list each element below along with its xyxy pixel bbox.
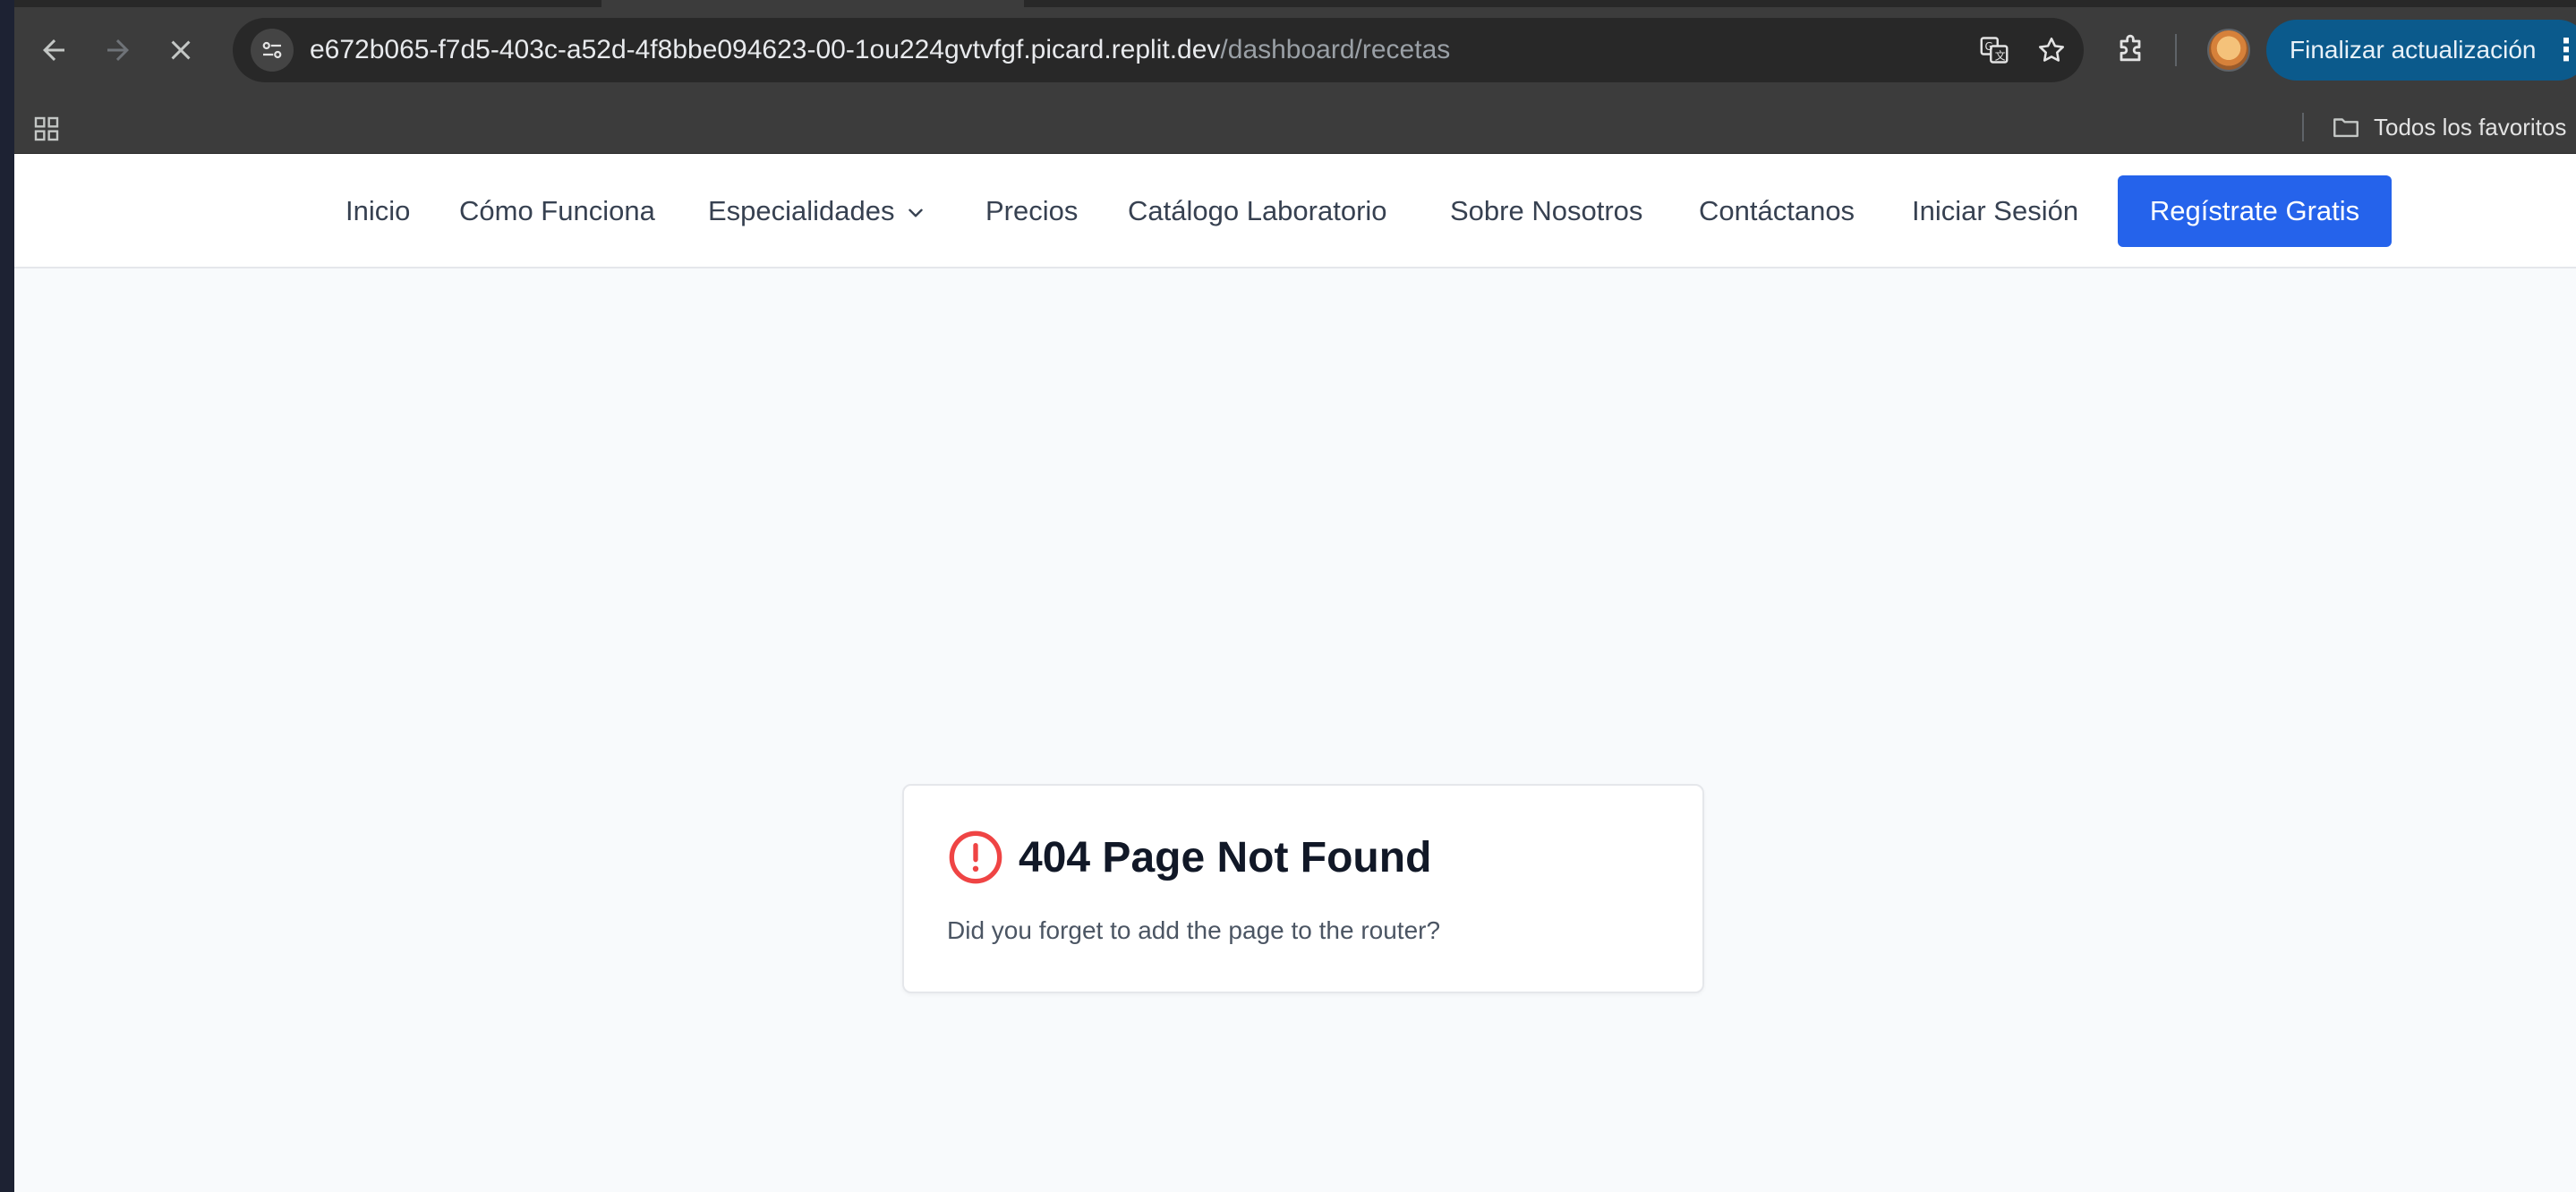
star-icon (2038, 37, 2065, 62)
all-bookmarks-label: Todos los favoritos (2374, 114, 2567, 140)
translate-icon: G 文 (1980, 37, 2009, 64)
error-card: 404 Page Not Found Did you forget to add… (902, 784, 1704, 993)
browser-window: e672b065-f7d5-403c-a52d-4f8bbe094623-00-… (14, 0, 2576, 1192)
arrow-right-icon (107, 39, 129, 61)
tab-strip-edge (1024, 0, 2576, 7)
nav-inicio[interactable]: Inicio (345, 154, 410, 268)
forward-button[interactable] (93, 25, 143, 75)
stop-loading-button[interactable] (156, 25, 206, 75)
more-vert-icon[interactable]: ⋮ (2551, 20, 2576, 81)
extensions-button[interactable] (2109, 29, 2152, 72)
folder-icon (2333, 118, 2358, 138)
close-icon (171, 40, 191, 60)
toolbar-separator (2175, 34, 2177, 66)
nav-contactanos[interactable]: Contáctanos (1699, 154, 1855, 268)
bookmarks-separator (2302, 113, 2304, 141)
apps-grid-icon[interactable] (32, 115, 61, 143)
site-header: Inicio Cómo Funciona Especialidades Prec… (14, 154, 2576, 268)
url-text[interactable]: e672b065-f7d5-403c-a52d-4f8bbe094623-00-… (310, 18, 1450, 82)
profile-avatar[interactable] (2207, 29, 2250, 72)
nav-sobre-nosotros[interactable]: Sobre Nosotros (1450, 154, 1642, 268)
url-host: e672b065-f7d5-403c-a52d-4f8bbe094623-00-… (310, 35, 1221, 64)
desktop-edge (0, 0, 14, 1192)
update-button-label: Finalizar actualización (2290, 36, 2537, 64)
bookmark-star-button[interactable] (2034, 32, 2069, 68)
nav-catalogo-laboratorio[interactable]: Catálogo Laboratorio (1128, 154, 1387, 268)
error-title: 404 Page Not Found (1019, 833, 1432, 881)
back-button[interactable] (29, 25, 79, 75)
tune-icon (262, 41, 282, 59)
all-bookmarks-folder[interactable]: Todos los favoritos (2331, 100, 2566, 154)
tab-strip-edge (14, 0, 601, 7)
bookmarks-bar: Todos los favoritos (14, 100, 2576, 154)
nav-especialidades[interactable]: Especialidades (708, 154, 927, 268)
chevron-down-icon (904, 201, 927, 225)
url-path: /dashboard/recetas (1220, 35, 1451, 64)
web-page: Inicio Cómo Funciona Especialidades Prec… (14, 154, 2576, 1192)
svg-text:文: 文 (1995, 49, 2006, 63)
nav-precios[interactable]: Precios (985, 154, 1078, 268)
site-info-button[interactable] (251, 29, 294, 72)
translate-button[interactable]: G 文 (1976, 32, 2012, 68)
nav-especialidades-label: Especialidades (708, 195, 895, 226)
nav-iniciar-sesion[interactable]: Iniciar Sesión (1912, 154, 2078, 268)
browser-toolbar: e672b065-f7d5-403c-a52d-4f8bbe094623-00-… (14, 0, 2576, 100)
puzzle-icon (2120, 34, 2141, 62)
nav-como-funciona[interactable]: Cómo Funciona (459, 154, 655, 268)
alert-circle-icon (949, 830, 1002, 884)
address-bar[interactable]: e672b065-f7d5-403c-a52d-4f8bbe094623-00-… (233, 18, 2084, 82)
error-title-row: 404 Page Not Found (947, 829, 1431, 886)
register-button[interactable]: Regístrate Gratis (2118, 175, 2392, 247)
update-button[interactable]: Finalizar actualización ⋮ (2266, 20, 2576, 81)
svg-text:G: G (1985, 40, 1993, 53)
error-message: Did you forget to add the page to the ro… (947, 916, 1441, 944)
arrow-left-icon (43, 39, 64, 61)
